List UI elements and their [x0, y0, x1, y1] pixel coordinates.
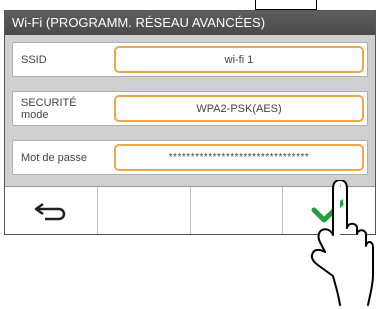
security-mode-label: SECURITÉ mode: [21, 96, 77, 121]
password-row: Mot de passe ***************************…: [12, 140, 368, 175]
ssid-row: SSID wi-fi 1: [12, 42, 368, 77]
security-mode-field[interactable]: WPA2-PSK(AES): [114, 95, 364, 122]
password-field[interactable]: ********************************: [114, 144, 364, 171]
ssid-field[interactable]: wi-fi 1: [114, 46, 364, 73]
top-cropped-box: [255, 0, 317, 10]
pointing-hand-icon: [310, 180, 374, 306]
password-label: Mot de passe: [21, 151, 88, 164]
security-mode-row: SECURITÉ mode WPA2-PSK(AES): [12, 91, 368, 126]
panel-title: Wi-Fi (PROGRAMM. RÉSEAU AVANCÉES): [5, 11, 375, 35]
top-cropped-header: [0, 0, 379, 10]
back-button[interactable]: [5, 187, 98, 234]
ssid-label: SSID: [21, 53, 47, 66]
empty-button-2[interactable]: [98, 187, 191, 234]
back-arrow-icon: [34, 202, 66, 220]
empty-button-3[interactable]: [191, 187, 284, 234]
